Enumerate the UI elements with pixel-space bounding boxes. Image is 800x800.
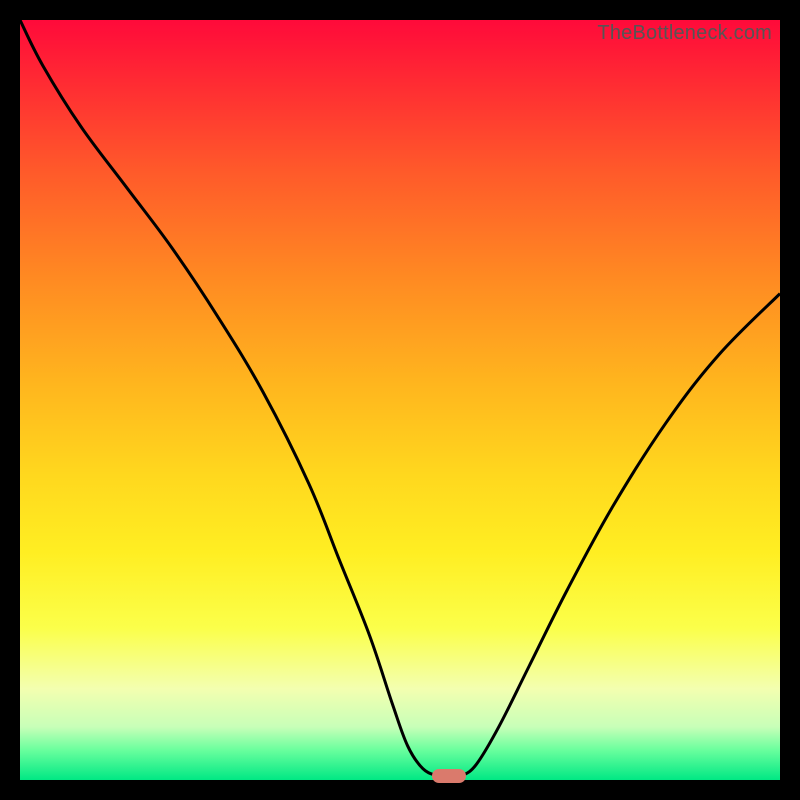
optimal-marker bbox=[432, 769, 466, 783]
chart-frame: TheBottleneck.com bbox=[0, 0, 800, 800]
plot-area: TheBottleneck.com bbox=[20, 20, 780, 780]
bottleneck-curve bbox=[20, 20, 780, 780]
curve-path bbox=[20, 20, 780, 780]
